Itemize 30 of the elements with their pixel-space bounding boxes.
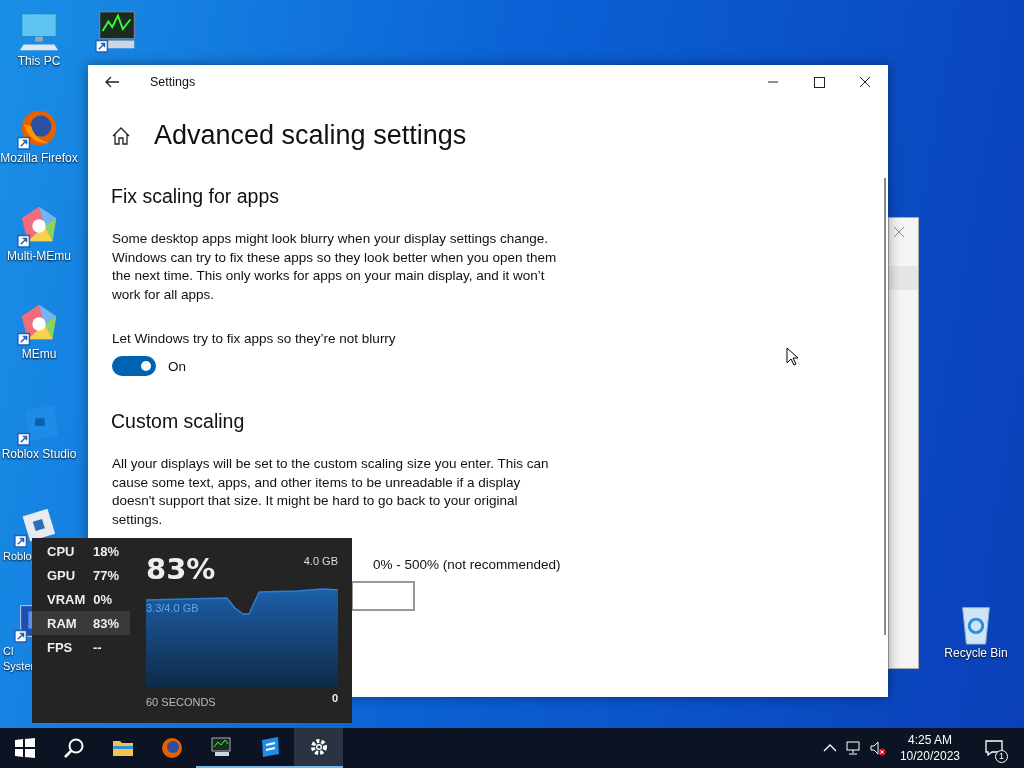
- icon-label: Cl: [3, 644, 14, 659]
- metric-item[interactable]: RAM 83%: [32, 611, 130, 635]
- description-text: Some desktop apps might look blurry when your display settings change. Windows can try to fix these apps so they look better when you open them the next time. This only works for apps on your main display, and it won’t work for all apps.: [112, 230, 558, 304]
- icon-label: Recycle Bin: [944, 646, 1008, 661]
- usage-label: 3.3/4.0 GB: [146, 602, 199, 614]
- metric-item[interactable]: CPU 18%: [32, 539, 130, 563]
- toggle-state: On: [168, 358, 186, 374]
- icon-label: Roblox Studio: [1, 447, 77, 462]
- metric-item[interactable]: FPS --: [32, 635, 130, 659]
- window-title: Settings: [150, 75, 196, 89]
- description-text: All your displays will be set to the custom scaling size you enter. This can cause some text, apps, and other items to be unreadable if a display doesn't support that size. It might be hard to go back to your original settings.: [112, 455, 550, 529]
- icon-label: Multi-MEmu: [7, 249, 71, 264]
- icon-label: Roblo: [3, 549, 32, 564]
- time-span-label: 60 SECONDS: [146, 696, 216, 708]
- icon-label: MEmu: [21, 347, 57, 362]
- range-hint: 0% - 500% (not recommended): [373, 557, 561, 572]
- max-label: 4.0 GB: [303, 555, 338, 567]
- axis-min-label: 0: [331, 692, 338, 706]
- icon-label: Syster: [3, 659, 35, 674]
- section-heading: Custom scaling: [111, 410, 245, 433]
- metric-item[interactable]: VRAM 0%: [32, 587, 130, 611]
- page-heading: Advanced scaling settings: [154, 120, 467, 151]
- clock[interactable]: 4:25 AM 10/20/2023: [893, 732, 966, 764]
- usage-percent: 83%: [146, 552, 216, 586]
- icon-label: This PC: [17, 54, 61, 69]
- notification-button[interactable]: 1: [976, 728, 1012, 768]
- icon-label: Mozilla Firefox: [0, 151, 78, 166]
- section-heading: Fix scaling for apps: [111, 185, 279, 208]
- metric-item[interactable]: GPU 77%: [32, 563, 130, 587]
- toggle-label: Let Windows try to fix apps so they’re not blurry: [112, 331, 396, 346]
